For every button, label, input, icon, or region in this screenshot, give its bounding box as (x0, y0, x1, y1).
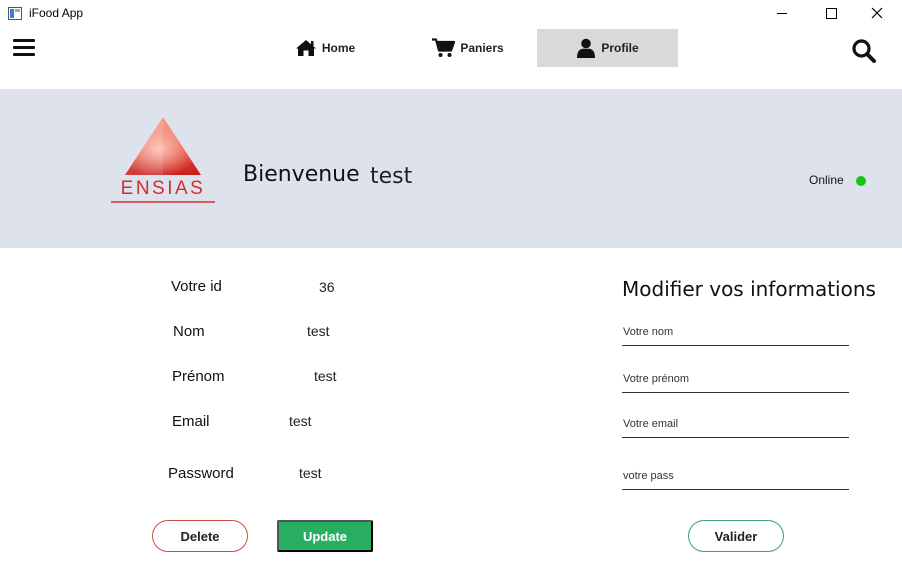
username-text: test (370, 164, 413, 189)
ensias-logo: ENSIAS (108, 115, 218, 207)
window-title: iFood App (29, 6, 84, 20)
welcome-text: Bienvenue (243, 162, 360, 187)
prenom-label: Prénom (172, 368, 225, 385)
maximize-button[interactable] (808, 0, 853, 28)
nom-value: test (307, 323, 330, 339)
tab-paniers[interactable]: Paniers (418, 29, 518, 67)
tab-profile[interactable]: Profile (537, 29, 678, 67)
tab-paniers-label: Paniers (460, 41, 504, 55)
email-input[interactable] (622, 410, 849, 438)
password-value: test (299, 465, 322, 481)
cart-icon (432, 38, 456, 57)
valider-button[interactable]: Valider (688, 520, 784, 552)
prenom-value: test (314, 368, 337, 384)
nom-input[interactable] (622, 318, 849, 346)
tab-home-label: Home (321, 41, 356, 55)
search-button[interactable] (851, 38, 877, 64)
email-value: test (289, 413, 312, 429)
home-icon (295, 40, 316, 56)
password-input[interactable] (622, 462, 849, 490)
email-label: Email (172, 413, 210, 430)
delete-button[interactable]: Delete (152, 520, 248, 552)
search-icon (852, 39, 876, 63)
prenom-input[interactable] (622, 365, 849, 393)
close-icon (871, 7, 883, 19)
menu-icon[interactable] (13, 39, 35, 57)
status-indicator (856, 176, 866, 186)
close-button[interactable] (855, 0, 900, 28)
logo-text: ENSIAS (120, 178, 206, 199)
nom-label: Nom (173, 323, 205, 340)
tab-profile-label: Profile (601, 41, 639, 55)
status-label: Online (809, 173, 844, 187)
password-label: Password (168, 465, 234, 482)
id-value: 36 (319, 279, 335, 295)
tab-home[interactable]: Home (280, 29, 370, 67)
profile-banner: ENSIAS Bienvenue test Online (0, 89, 902, 248)
update-button[interactable]: Update (277, 520, 373, 552)
top-nav: Home Paniers Profile (0, 28, 902, 88)
id-label: Votre id (171, 278, 222, 295)
user-icon (577, 38, 596, 58)
window-titlebar: iFood App (0, 0, 902, 28)
form-title: Modifier vos informations (622, 277, 876, 301)
minimize-button[interactable] (760, 0, 805, 28)
app-icon (8, 7, 22, 20)
